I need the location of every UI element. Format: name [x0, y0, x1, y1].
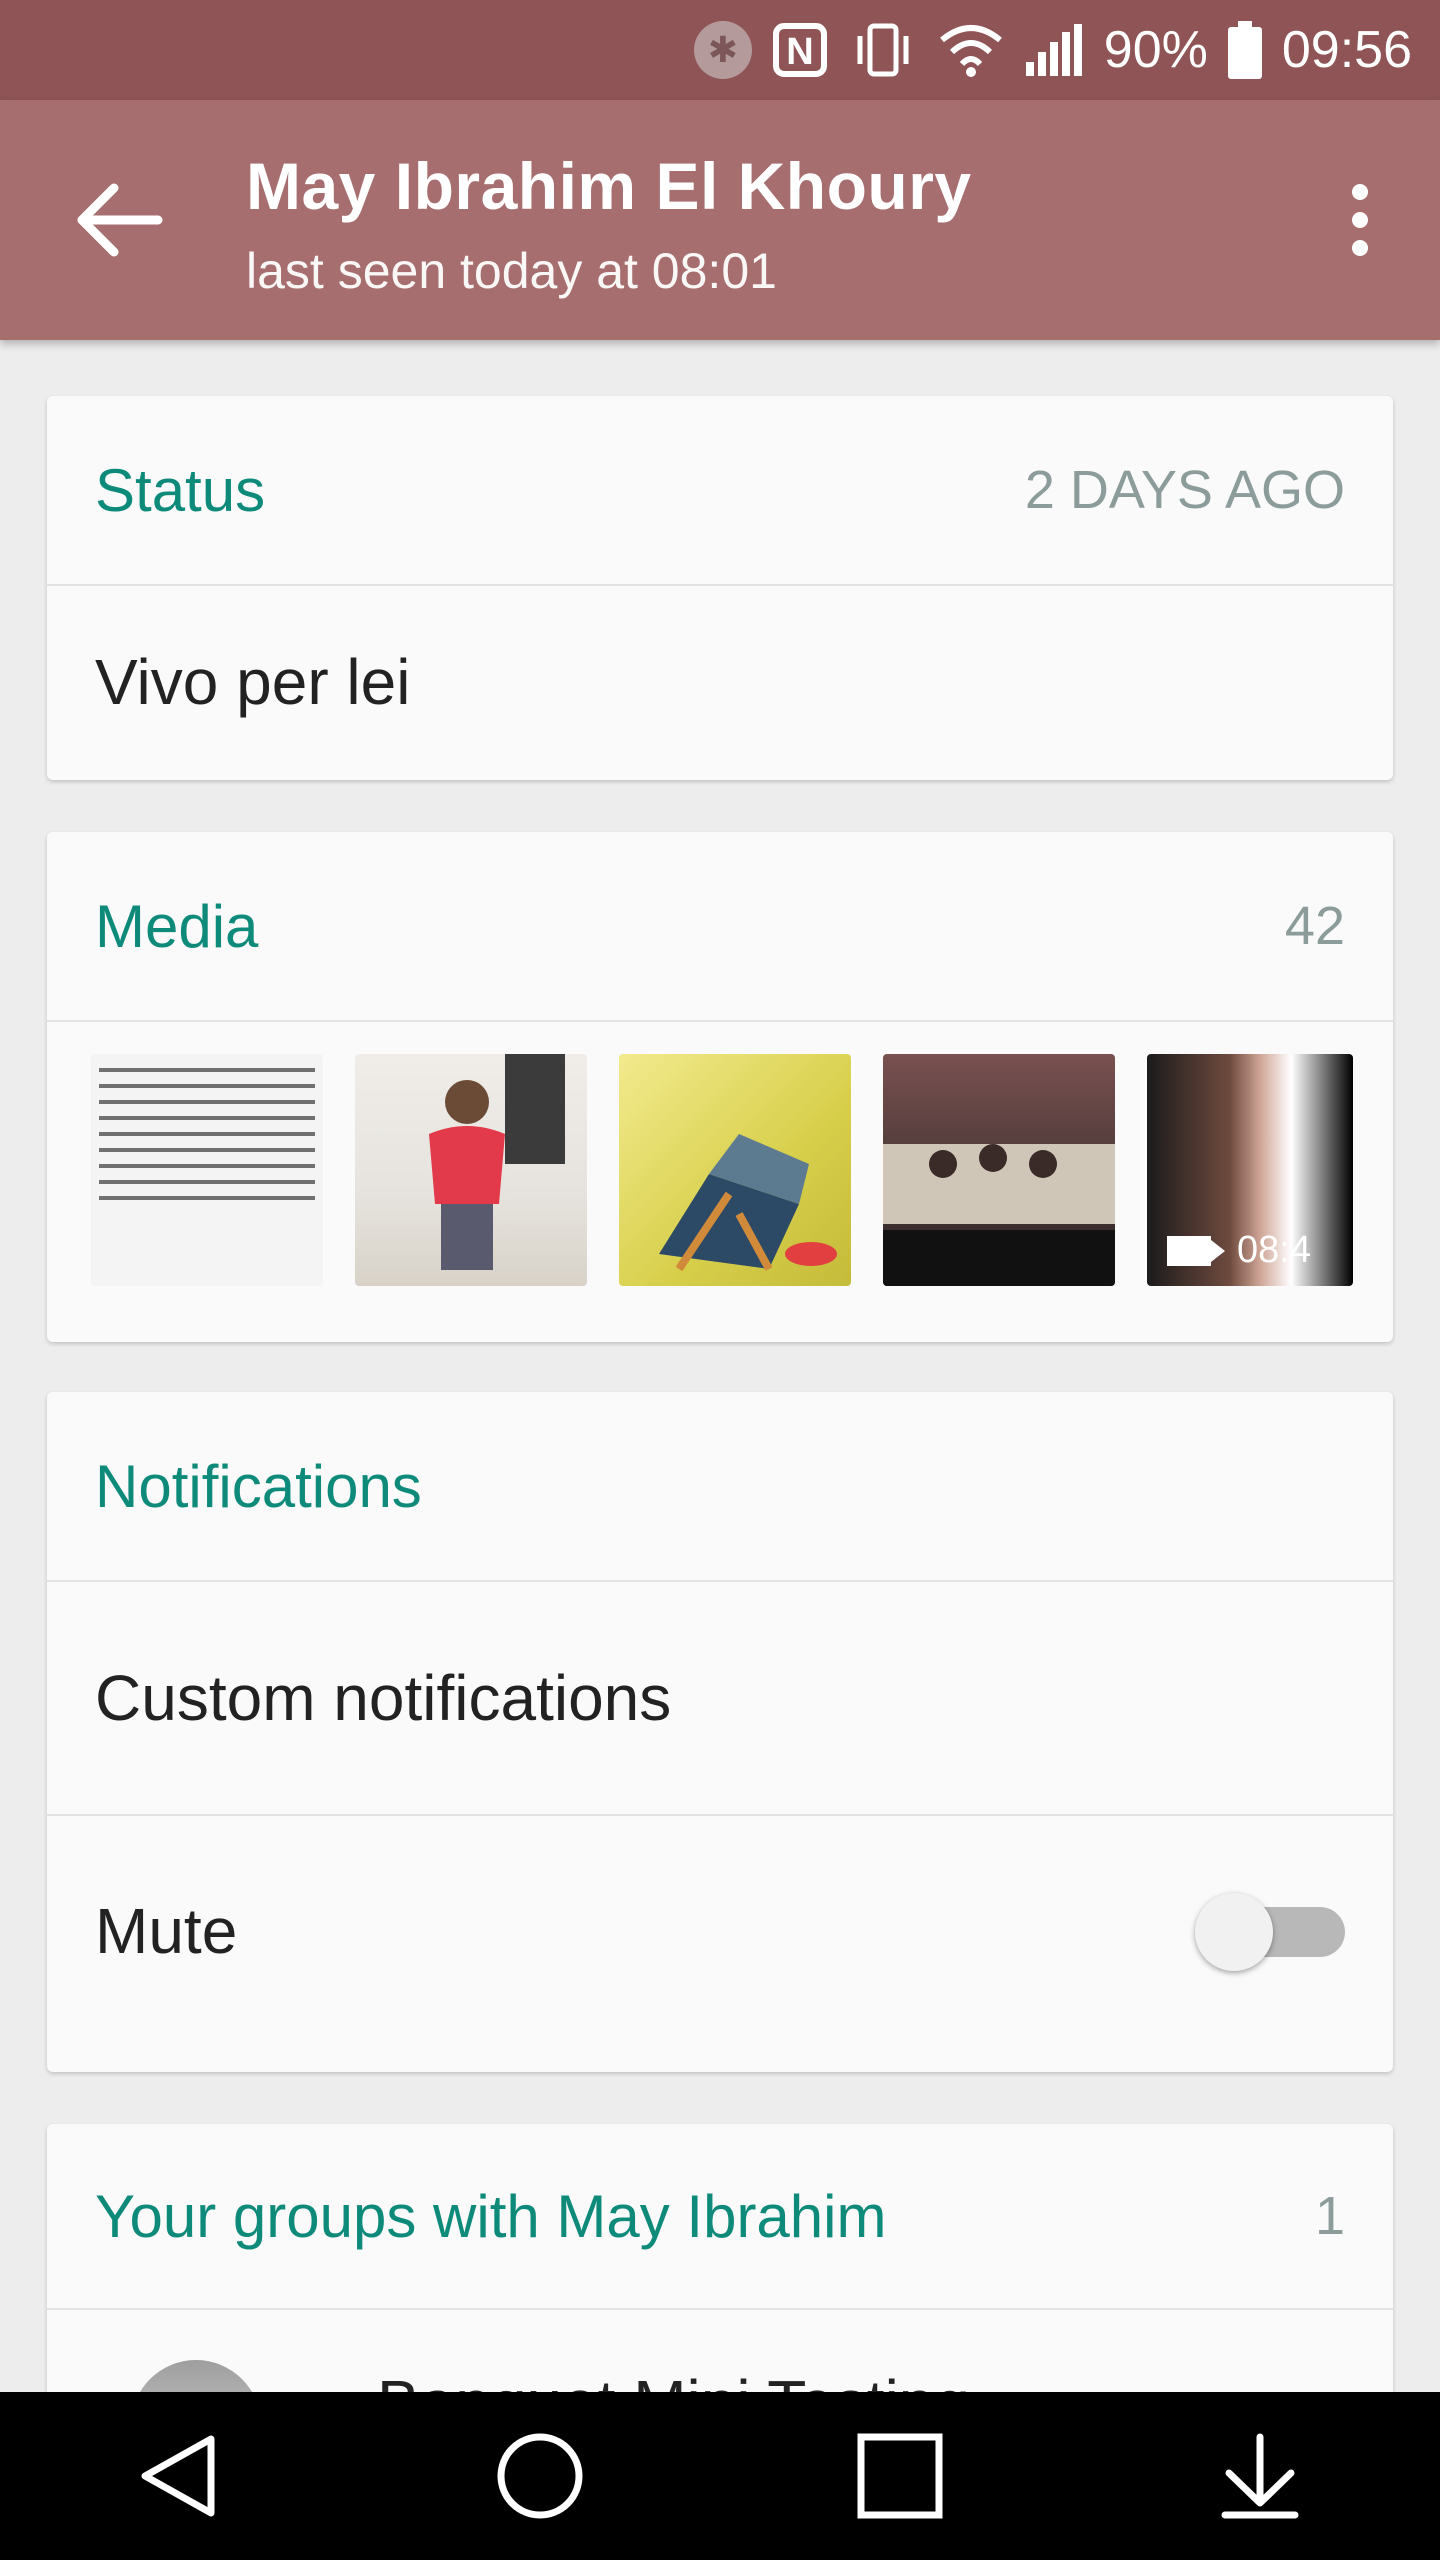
arrow-back-icon [77, 183, 163, 257]
bluetooth-icon: ✱ [693, 21, 752, 79]
video-duration: 08:4 [1237, 1229, 1311, 1271]
clock: 09:56 [1281, 21, 1412, 79]
nav-back-button[interactable] [120, 2416, 240, 2536]
battery-icon [1227, 21, 1262, 79]
menu-dot-icon [1352, 212, 1368, 228]
nfc-icon: N [772, 22, 828, 78]
notifications-header: Notifications [47, 1392, 1393, 1582]
home-icon [497, 2433, 583, 2519]
recents-icon [857, 2433, 943, 2519]
signal-icon [1024, 22, 1084, 78]
notifications-title: Notifications [95, 1452, 422, 1520]
vibrate-icon [848, 22, 918, 78]
mute-label: Mute [95, 1895, 238, 1967]
toggle-knob [1195, 1893, 1273, 1971]
status-text: Vivo per lei [95, 646, 411, 718]
notification-drawer-icon [1221, 2433, 1299, 2519]
navigation-bar [0, 2392, 1440, 2560]
overflow-menu-button[interactable] [1320, 170, 1400, 270]
video-thumbnail[interactable]: 08:4 [1147, 1054, 1353, 1286]
battery-percent: 90% [1103, 21, 1208, 79]
status-text-row[interactable]: Vivo per lei [47, 586, 1393, 778]
menu-dot-icon [1352, 240, 1368, 256]
groups-count: 1 [1314, 2186, 1345, 2246]
media-strip: 08:4 [47, 1022, 1393, 1286]
contact-name: May Ibrahim El Khoury [246, 149, 972, 223]
media-title: Media [95, 892, 259, 960]
status-header: Status 2 DAYS AGO [47, 396, 1393, 586]
back-button[interactable] [70, 170, 170, 270]
menu-dot-icon [1352, 184, 1368, 200]
mute-toggle[interactable] [1195, 1893, 1345, 1971]
media-count: 42 [1284, 896, 1345, 956]
media-thumbnail[interactable] [355, 1054, 587, 1286]
notifications-card: Notifications Custom notifications Mute [47, 1392, 1393, 2072]
groups-header: Your groups with May Ibrahim 1 [47, 2124, 1393, 2310]
status-card: Status 2 DAYS AGO Vivo per lei [47, 396, 1393, 780]
groups-title: Your groups with May Ibrahim [95, 2182, 887, 2250]
custom-notifications-row[interactable]: Custom notifications [47, 1582, 1393, 1814]
nav-recents-button[interactable] [840, 2416, 960, 2536]
media-thumbnail[interactable] [883, 1054, 1115, 1286]
app-bar: May Ibrahim El Khoury last seen today at… [0, 100, 1440, 340]
video-camera-icon [1167, 1235, 1225, 1266]
media-thumbnail[interactable] [619, 1054, 851, 1286]
status-bar: ✱ N 90% 09:56 [0, 0, 1440, 100]
back-icon [141, 2435, 215, 2517]
custom-notifications-label: Custom notifications [95, 1662, 672, 1734]
media-thumbnail[interactable] [91, 1054, 323, 1286]
video-badge: 08:4 [1167, 1229, 1311, 1272]
media-header[interactable]: Media 42 [47, 832, 1393, 1022]
nav-home-button[interactable] [480, 2416, 600, 2536]
wifi-icon [938, 22, 1004, 78]
mute-row[interactable]: Mute [47, 1814, 1393, 2046]
status-time: 2 DAYS AGO [1024, 460, 1345, 520]
status-title: Status [95, 456, 266, 524]
last-seen: last seen today at 08:01 [246, 243, 777, 299]
nav-notification-drawer-button[interactable] [1200, 2416, 1320, 2536]
media-card: Media 42 08:4 [47, 832, 1393, 1342]
svg-text:N: N [786, 31, 813, 73]
